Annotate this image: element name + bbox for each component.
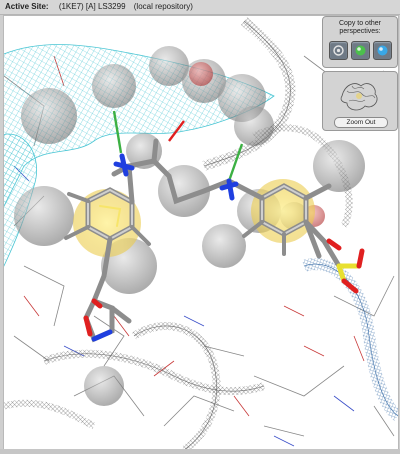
acceptor-sphere [189,62,213,86]
perspective-button-3[interactable] [373,41,392,60]
structure-source: (local repository) [133,2,193,11]
gear-perspective-icon [333,45,344,56]
ligand-sticks [64,138,342,343]
perspective-button-2[interactable] [351,41,370,60]
blue-sphere-perspective-icon [377,45,388,56]
perspective-button-1[interactable] [329,41,348,60]
structure-id: (1KE7) [A] LS3299 [58,2,126,11]
green-sphere-perspective-icon [355,45,366,56]
copy-perspectives-title: Copy to other perspectives: [338,20,382,35]
bottom-scrollbar[interactable] [0,449,400,454]
copy-perspectives-panel: Copy to other perspectives: [322,16,398,68]
active-site-header: Active Site: (1KE7) [A] LS3299 (local re… [0,0,400,15]
protein-overview-thumbnail[interactable] [337,76,383,116]
zoom-out-button[interactable]: Zoom Out [334,117,388,128]
active-site-label: Active Site: [5,2,49,11]
molecule-viewer-window: Active Site: (1KE7) [A] LS3299 (local re… [0,0,400,454]
overview-zoom-panel: Zoom Out [322,71,398,131]
3d-viewport[interactable]: Copy to other perspectives: Zoom Out [3,15,399,451]
